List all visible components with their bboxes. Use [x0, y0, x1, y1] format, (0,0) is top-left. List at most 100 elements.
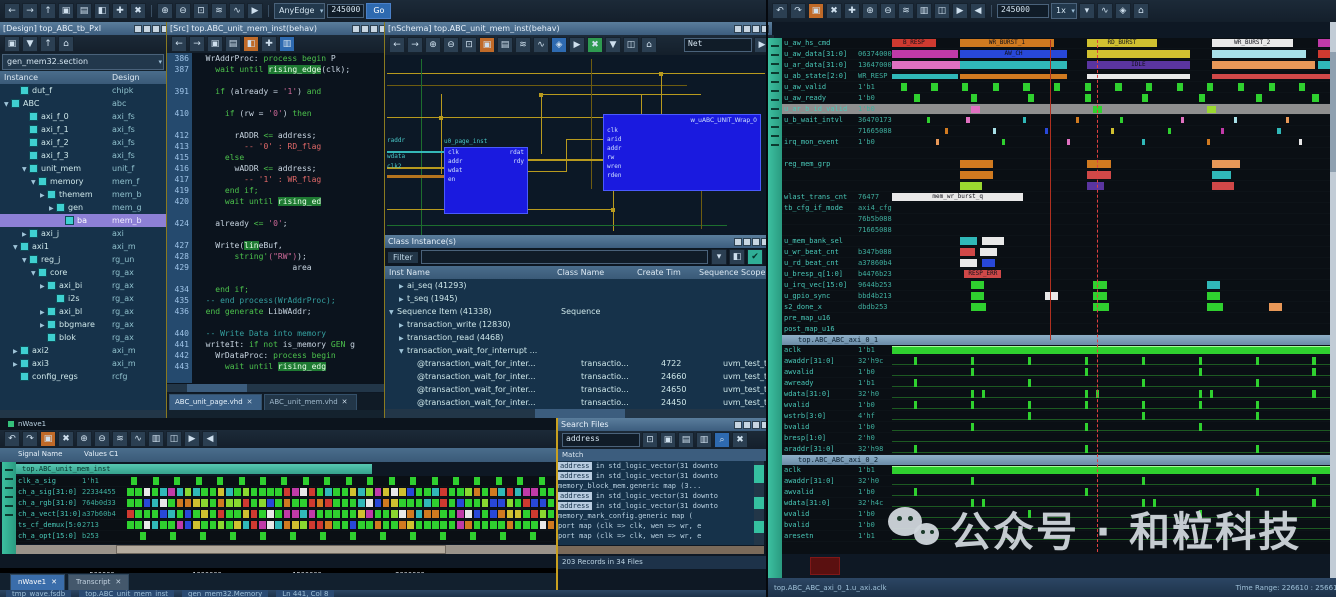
- back-icon[interactable]: ←: [4, 3, 20, 19]
- search-result-row[interactable]: address in std_logic_vector(31 downto: [558, 491, 754, 501]
- zoom-in-icon[interactable]: ⊕: [157, 3, 173, 19]
- signal-row[interactable]: [782, 181, 1330, 192]
- open-db-icon[interactable]: ▤: [76, 3, 92, 19]
- split-icon[interactable]: ◫: [166, 431, 182, 447]
- class-expander-icon[interactable]: ▼: [389, 306, 397, 318]
- rwave-side-strip[interactable]: [768, 38, 782, 580]
- tree-row[interactable]: ▶axi_jaxi: [0, 227, 166, 240]
- code-line[interactable]: 410 if (rw = '0') then: [167, 108, 384, 119]
- tree-row[interactable]: blokrg_ax: [0, 331, 166, 344]
- wave-group-band[interactable]: top.ABC_ABC_axi_0_1: [782, 335, 1330, 345]
- signal-row[interactable]: aclk1'b1: [782, 465, 1330, 476]
- search-forward-icon[interactable]: ▶: [952, 3, 968, 19]
- code-line[interactable]: 441 writeIt: if not is_memory GEN g: [167, 339, 384, 350]
- schematic-titlebar[interactable]: [nSchema] top.ABC_unit_mem_inst(behav): [385, 22, 772, 35]
- source-titlebar[interactable]: [Src] top.ABC_unit_mem_inst(behav): [167, 22, 390, 35]
- tree-row[interactable]: dut_fchipk: [0, 84, 166, 97]
- code-line[interactable]: 442 WrDataProc: process begin: [167, 350, 384, 361]
- search-titlebar[interactable]: Search Files: [558, 418, 772, 431]
- lwave-group-band[interactable]: top.ABC_unit_mem_inst: [16, 464, 372, 474]
- filter-options-icon[interactable]: ▾: [711, 249, 727, 265]
- code-line[interactable]: 412 rADDR <= address;: [167, 130, 384, 141]
- signal-row[interactable]: u_ar_data[31:0]13647000IDLE: [782, 60, 1330, 71]
- tree-row[interactable]: axi_f_1axi_fs: [0, 123, 166, 136]
- code-line[interactable]: 415 else: [167, 152, 384, 163]
- save-session-icon[interactable]: ◧: [94, 3, 110, 19]
- signal-row[interactable]: awready1'b1: [782, 378, 1330, 389]
- marker-icon[interactable]: ◈: [1115, 3, 1131, 19]
- signal-row[interactable]: araddr[31:0]32'h98: [782, 444, 1330, 455]
- signal-row[interactable]: u_aw_ready1'b0: [782, 93, 1330, 104]
- signal-row[interactable]: tb_cfg_if_modeaxi4_cfg: [782, 203, 1330, 214]
- analog-view-icon[interactable]: ∿: [229, 3, 245, 19]
- signal-row[interactable]: u_gpio_syncbbd4b213: [782, 291, 1330, 302]
- browser-hscrollbar[interactable]: [0, 410, 166, 418]
- add-group-icon[interactable]: ✚: [844, 3, 860, 19]
- nwave-strip-label[interactable]: nWave1: [18, 420, 46, 428]
- tree-row[interactable]: axi_f_0axi_fs: [0, 110, 166, 123]
- schematic-instance[interactable]: clkaddrwdatenrdatrdy: [444, 147, 528, 214]
- split-view-icon[interactable]: ◫: [623, 37, 639, 53]
- tree-row[interactable]: axi_f_3axi_fs: [0, 149, 166, 162]
- restore-button[interactable]: [743, 421, 751, 429]
- code-line[interactable]: 435 -- end process(WrAddrProc);: [167, 295, 384, 306]
- minimize-button[interactable]: [734, 25, 742, 33]
- class-row[interactable]: ▼Sequence Item (41338)Sequence: [385, 305, 766, 318]
- search-result-row[interactable]: address in std_logic_vector(31 downto: [558, 471, 754, 481]
- search-result-row[interactable]: port map (clk => clk, wen => wr, e: [558, 521, 754, 531]
- class-row[interactable]: ▶transaction_write (12830): [385, 318, 766, 331]
- back-icon[interactable]: ←: [389, 37, 405, 53]
- code-line[interactable]: 443 wait until rising_edg: [167, 361, 384, 372]
- zoom-out-icon[interactable]: ⊖: [94, 431, 110, 447]
- delete-signal-icon[interactable]: ✖: [826, 3, 842, 19]
- redo-icon[interactable]: ↷: [22, 431, 38, 447]
- class-expander-icon[interactable]: ▶: [399, 280, 407, 292]
- code-line[interactable]: [167, 273, 384, 284]
- file-tab[interactable]: ABC_unit_page.vhd✕: [169, 394, 262, 411]
- restore-button[interactable]: [743, 238, 751, 246]
- module-view-icon[interactable]: ▣: [4, 36, 20, 52]
- signal-row[interactable]: u_bresp_q[1:0]b4476b23RESP_ERR: [782, 269, 1330, 280]
- forward-icon[interactable]: →: [22, 3, 38, 19]
- column-instance[interactable]: Instance: [0, 73, 112, 82]
- signal-row[interactable]: u_ab_state[2:0]WR_RESP: [782, 71, 1330, 82]
- zoom-in-icon[interactable]: ⊕: [862, 3, 878, 19]
- code-line[interactable]: 429 area: [167, 262, 384, 273]
- class-instance-list[interactable]: ▶ai_seq (41293)▶t_seq (1945)▼Sequence It…: [385, 279, 766, 409]
- signal-row[interactable]: ch_a_vect[31:0]a37b60b4: [16, 509, 556, 520]
- tree-row[interactable]: ▶genmem_g: [0, 201, 166, 214]
- code-line[interactable]: 420 wait until rising_ed: [167, 196, 384, 207]
- hierarchy-icon[interactable]: ▤: [497, 37, 513, 53]
- tree-row[interactable]: ▼corerg_ax: [0, 266, 166, 279]
- add-marker-icon[interactable]: ✚: [261, 36, 277, 52]
- signal-row[interactable]: pre_map_u16: [782, 313, 1330, 324]
- timeline-marker-block[interactable]: [810, 557, 840, 575]
- wave-tab-close-icon[interactable]: ✕: [115, 575, 121, 590]
- expand-all-icon[interactable]: ▼: [22, 36, 38, 52]
- signal-row[interactable]: u_rd_beat_cnta37860b4d: [782, 258, 1330, 269]
- code-line[interactable]: [167, 119, 384, 130]
- code-line[interactable]: 386 WrAddrProc: process begin P: [167, 53, 384, 64]
- search-scope-icon[interactable]: ▥: [696, 432, 712, 448]
- tree-row[interactable]: ▶axi_blrg_ax: [0, 305, 166, 318]
- signal-row[interactable]: wstrb[3:0]4'hf: [782, 411, 1330, 422]
- tree-row[interactable]: ▼ABCabc: [0, 97, 166, 110]
- tree-row[interactable]: ▼axi1axi_m: [0, 240, 166, 253]
- code-line[interactable]: 387 wait until rising_edge(clk);: [167, 64, 384, 75]
- class-hscrollbar[interactable]: [385, 409, 766, 418]
- trace-load-icon[interactable]: ▤: [225, 36, 241, 52]
- search-result-row[interactable]: memory_block_mem.generic map (3...: [558, 481, 754, 491]
- split-icon[interactable]: ◫: [934, 3, 950, 19]
- signal-row[interactable]: awaddr[31:0]32'h9c: [782, 356, 1330, 367]
- search-result-row[interactable]: address in std_logic_vector(31 downto: [558, 501, 754, 511]
- search-icon[interactable]: ⌕: [714, 432, 730, 448]
- tree-column-header[interactable]: Instance Design: [0, 71, 166, 84]
- signal-row[interactable]: post_map_u16: [782, 324, 1330, 335]
- cursor-mode-icon[interactable]: ▥: [148, 431, 164, 447]
- collapse-all-icon[interactable]: ↑: [40, 36, 56, 52]
- minimize-button[interactable]: [734, 421, 742, 429]
- restore-button[interactable]: [143, 25, 151, 33]
- search-forward-icon[interactable]: ▶: [184, 431, 200, 447]
- regexp-icon[interactable]: ▤: [678, 432, 694, 448]
- analog-icon[interactable]: ∿: [1097, 3, 1113, 19]
